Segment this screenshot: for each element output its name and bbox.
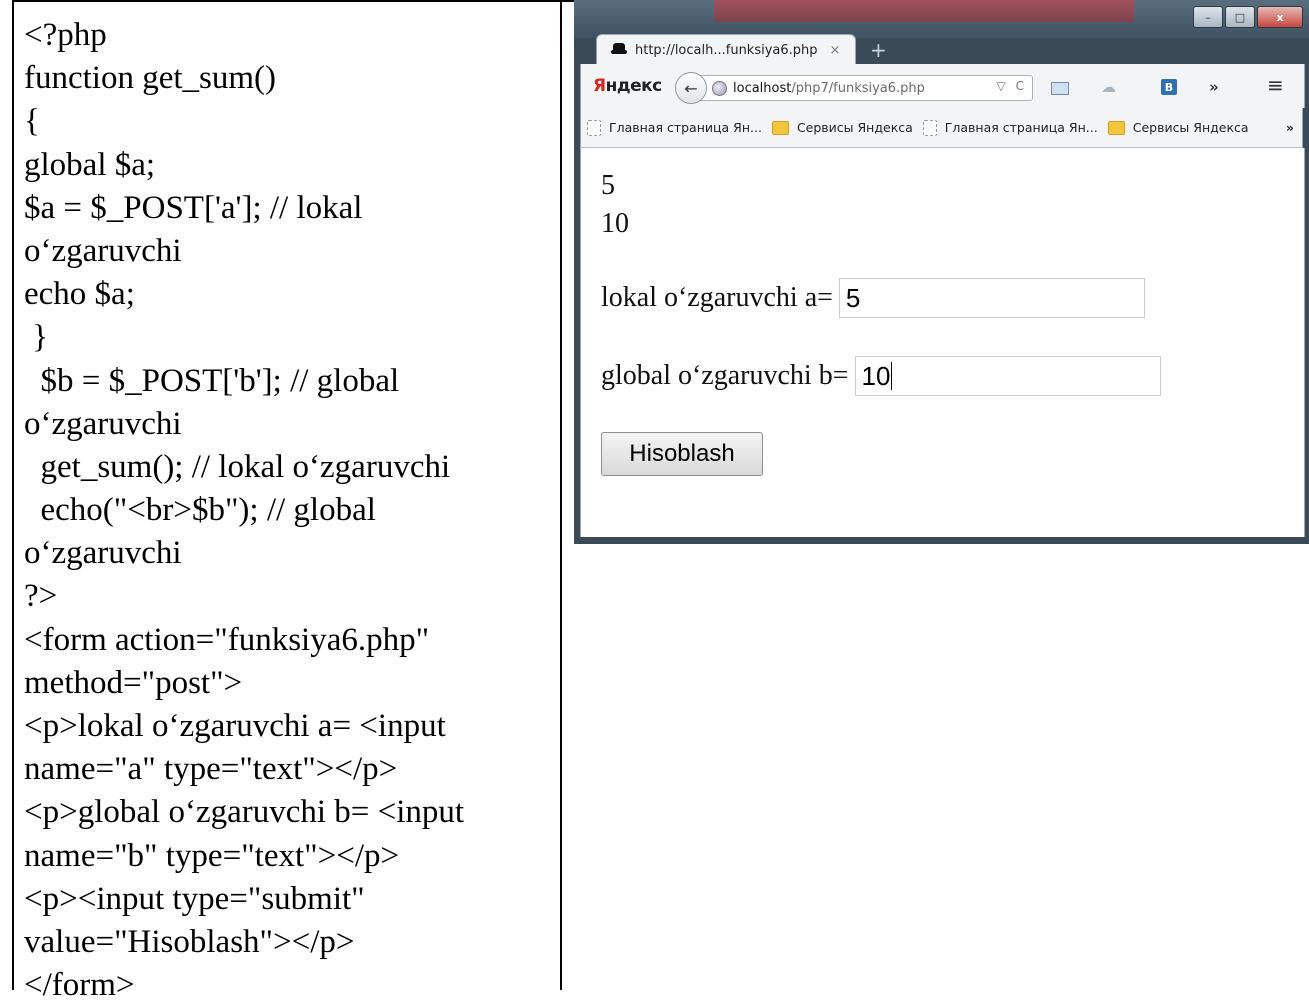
code-line: $a = $_POST['a']; // lokal (24, 189, 363, 226)
navigation-toolbar: Яндекс ← localhost/php7/funksiya6.php ▽ … (580, 64, 1305, 108)
bookmark-item[interactable]: Главная страница Ян... (922, 119, 1098, 136)
bookmark-label: Главная страница Ян... (944, 120, 1098, 135)
title-bar-glow (714, 0, 1134, 22)
url-tools: ▽ C (996, 79, 1024, 93)
back-button[interactable]: ← (675, 72, 707, 104)
input-b[interactable]: 10 (854, 356, 1161, 396)
input-a[interactable]: 5 (838, 278, 1145, 318)
code-cell: <?php function get_sum() { global $a; $a… (12, 0, 562, 1003)
bookmark-item[interactable]: Сервисы Яндекса (771, 120, 913, 135)
code-line: $b = $_POST['b']; // global (24, 362, 400, 399)
code-line: global $a; (24, 146, 156, 183)
code-line: <form action="funksiya6.php" (24, 621, 430, 658)
code-line: echo("<br>$b"); // global (24, 492, 376, 529)
code-line: o‘zgaruvchi (24, 232, 182, 269)
globe-icon (712, 80, 727, 96)
code-line: echo $a; (24, 276, 135, 313)
code-line: name="b" type="text"></p> (24, 837, 400, 874)
weather-icon[interactable]: ☁ (1101, 78, 1116, 96)
bookmark-label: Сервисы Яндекса (1132, 120, 1249, 135)
code-line: value="Hisoblash"></p> (24, 923, 355, 960)
tab-close-icon[interactable]: × (830, 43, 841, 58)
code-line: name="a" type="text"></p> (24, 751, 398, 788)
menu-icon[interactable]: ≡ (1267, 73, 1284, 97)
code-line: method="post"> (24, 664, 243, 701)
browser-window: – □ x http://localh...funksiya6.php × + … (574, 0, 1309, 544)
bookmarks-bar: Главная страница Ян... Сервисы Яндекса Г… (580, 108, 1303, 148)
addon-icon[interactable]: B (1161, 79, 1177, 95)
maximize-button[interactable]: □ (1225, 6, 1255, 28)
tab-title: http://localh...funksiya6.php (635, 42, 818, 58)
bookmark-label: Главная страница Ян... (609, 120, 762, 135)
label-b: global o‘zgaruvchi b= (601, 360, 849, 391)
more-tools-icon[interactable]: » (1209, 78, 1219, 96)
code-line: get_sum(); // lokal o‘zgaruvchi (24, 448, 451, 485)
code-line: { (24, 103, 40, 140)
window-controls: – □ x (1193, 6, 1303, 28)
bookmark-item[interactable]: Главная страница Ян... (587, 119, 762, 136)
text-caret (891, 362, 893, 390)
output-b: 10 (601, 208, 629, 239)
code-line: <p>lokal o‘zgaruvchi a= <input (24, 708, 446, 744)
folder-icon (771, 120, 789, 135)
code-line: <p>global o‘zgaruvchi b= <input (24, 794, 465, 831)
address-bar[interactable]: localhost/php7/funksiya6.php ▽ C (695, 75, 1033, 101)
reload-icon[interactable]: C (1016, 79, 1024, 93)
bookmark-item[interactable]: Сервисы Яндекса (1107, 120, 1249, 135)
code-line: o‘zgaruvchi (24, 535, 182, 572)
code-line: function get_sum() (24, 60, 277, 97)
new-tab-icon[interactable]: + (870, 38, 887, 62)
title-bar: – □ x (574, 0, 1309, 38)
page-viewport: 5 10 lokal o‘zgaruvchi a= 5 global o‘zga… (580, 148, 1305, 537)
code-line: <?php (24, 17, 107, 53)
close-button[interactable]: x (1257, 6, 1303, 28)
form-row-b: global o‘zgaruvchi b= 10 (601, 356, 1161, 396)
code-line: <p><input type="submit" (24, 880, 365, 917)
page-icon (587, 119, 601, 136)
code-line: </form> (24, 967, 135, 1004)
code-line: } (24, 319, 49, 356)
history-dropdown-icon[interactable]: ▽ (996, 79, 1005, 93)
code-listing: <?php function get_sum() { global $a; $a… (24, 14, 464, 1007)
page-icon (922, 119, 937, 136)
browser-tab[interactable]: http://localh...funksiya6.php × (596, 34, 856, 65)
form-row-a: lokal o‘zgaruvchi a= 5 (601, 278, 1145, 318)
code-line: o‘zgaruvchi (24, 405, 182, 442)
submit-button[interactable]: Hisoblash (601, 432, 763, 476)
minimize-button[interactable]: – (1193, 6, 1223, 28)
code-line: ?> (24, 578, 58, 615)
label-a: lokal o‘zgaruvchi a= (601, 282, 833, 313)
output-a: 5 (601, 170, 615, 201)
incognito-hat-icon (611, 43, 627, 57)
folder-icon (1107, 120, 1125, 135)
url-text: localhost/php7/funksiya6.php (733, 80, 925, 96)
mail-icon[interactable] (1051, 82, 1069, 95)
yandex-logo[interactable]: Яндекс (593, 76, 662, 96)
bookmark-label: Сервисы Яндекса (796, 120, 913, 135)
bookmarks-overflow-icon[interactable]: » (1286, 120, 1294, 135)
